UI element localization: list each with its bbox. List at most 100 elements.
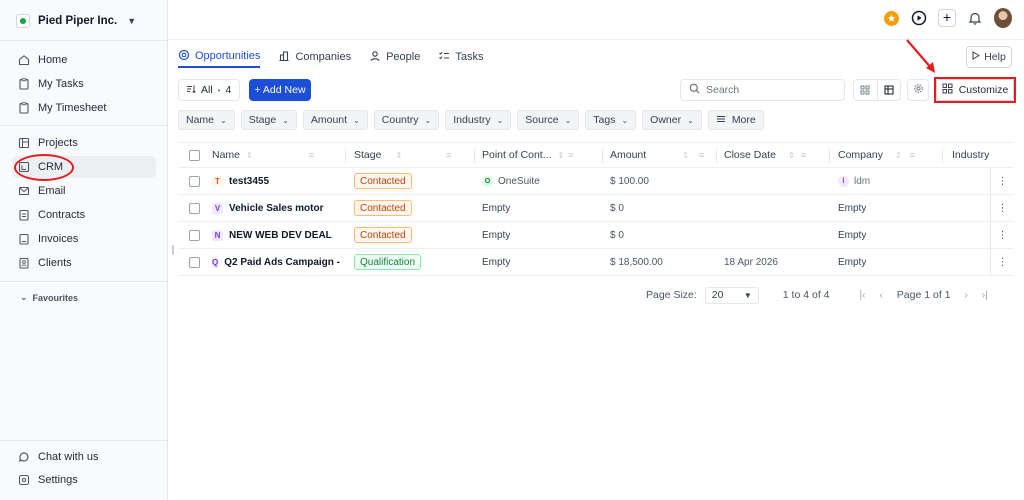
filter-industry[interactable]: Industry ⌄	[445, 110, 512, 130]
more-filters-button[interactable]: More	[707, 110, 764, 130]
name-cell[interactable]: V Vehicle Sales motor	[212, 195, 342, 221]
page-size-select[interactable]: 20 ▼	[704, 286, 759, 304]
add-new-button[interactable]: + Add New	[249, 79, 311, 101]
chevron-down-icon: ⌄	[496, 115, 504, 125]
company-cell[interactable]: l ldm	[838, 168, 870, 194]
column-header-industry[interactable]: Industry	[952, 143, 989, 167]
amount-cell: $ 18,500.00	[610, 256, 663, 268]
tab-companies[interactable]: Companies	[278, 46, 351, 68]
first-page-icon[interactable]: |‹	[860, 290, 866, 301]
table-row[interactable]: T test3455 Contacted O OneSuite $ 100.00…	[178, 168, 1014, 195]
filter-source[interactable]: Source ⌄	[517, 110, 580, 130]
column-header-name[interactable]: Name ⇕ ≡	[212, 143, 314, 167]
add-new-label: + Add New	[254, 84, 306, 96]
row-menu-button[interactable]: ⋮	[990, 249, 1014, 275]
contact-cell[interactable]: Empty	[482, 222, 510, 248]
page-size-label: Page Size:	[646, 289, 697, 301]
company-cell[interactable]: Empty	[838, 195, 866, 221]
column-header-point-of-contact[interactable]: Point of Cont... ⇕ ≡	[482, 143, 573, 167]
name-cell[interactable]: T test3455	[212, 168, 342, 194]
sidebar-item-invoices[interactable]: Invoices	[12, 228, 156, 250]
view-mode-toggle	[853, 79, 901, 101]
chevron-down-icon: ⌄	[621, 115, 629, 125]
deal-name: Vehicle Sales motor	[229, 202, 324, 214]
grid-view-button[interactable]	[854, 80, 877, 100]
column-header-stage[interactable]: Stage ⇕ ≡	[354, 143, 451, 167]
row-checkbox[interactable]	[189, 249, 200, 275]
filter-icon: ≡	[698, 150, 705, 160]
play-icon[interactable]	[910, 9, 928, 27]
sidebar-item-home[interactable]: Home	[12, 49, 156, 71]
view-selector[interactable]: All • 4	[178, 79, 240, 101]
rewards-star-icon[interactable]	[882, 9, 900, 27]
search-input[interactable]: Search	[680, 79, 845, 101]
company-cell[interactable]: Empty	[838, 249, 866, 275]
sidebar-item-chat[interactable]: Chat with us	[12, 446, 156, 468]
sidebar-item-clients[interactable]: Clients	[12, 252, 156, 274]
sidebar-item-projects[interactable]: Projects	[12, 132, 156, 154]
sidebar-resize-handle[interactable]	[172, 245, 174, 255]
stage-cell[interactable]: Qualification	[354, 249, 422, 275]
table-row[interactable]: N NEW WEB DEV DEAL Contacted Empty $ 0 E…	[178, 222, 1014, 249]
table-row[interactable]: V Vehicle Sales motor Contacted Empty $ …	[178, 195, 1014, 222]
table-view-button[interactable]	[876, 80, 901, 100]
company-cell[interactable]: Empty	[838, 222, 866, 248]
name-cell[interactable]: N NEW WEB DEV DEAL	[212, 222, 342, 248]
grid-icon	[860, 85, 870, 95]
column-label: Point of Cont...	[482, 149, 552, 161]
favourites-toggle[interactable]: ⌄ Favourites	[20, 292, 78, 303]
column-header-close-date[interactable]: Close Date ⇕ ≡	[724, 143, 806, 167]
name-cell[interactable]: Q Q2 Paid Ads Campaign - E	[212, 249, 342, 275]
table-settings-button[interactable]	[907, 79, 929, 101]
tab-people[interactable]: People	[369, 46, 420, 68]
filter-tags[interactable]: Tags ⌄	[585, 110, 637, 130]
column-header-company[interactable]: Company ⇕ ≡	[838, 143, 915, 167]
stage-cell[interactable]: Contacted	[354, 222, 412, 248]
sidebar-item-label: My Tasks	[38, 78, 84, 90]
caret-down-icon: ▼	[743, 290, 752, 300]
contact-cell[interactable]: Empty	[482, 195, 510, 221]
sidebar-item-settings[interactable]: Settings	[12, 469, 156, 491]
column-header-amount[interactable]: Amount ⇕ ≡	[610, 143, 704, 167]
row-menu-button[interactable]: ⋮	[990, 168, 1014, 194]
contact-cell[interactable]: Empty	[482, 249, 510, 275]
sidebar-divider	[0, 281, 168, 282]
org-switcher[interactable]: Pied Piper Inc. ▼	[16, 11, 136, 31]
clipboard-icon	[18, 78, 30, 90]
home-icon	[18, 54, 30, 66]
sidebar-item-contracts[interactable]: Contracts	[12, 204, 156, 226]
help-button[interactable]: Help	[966, 46, 1012, 68]
stage-badge: Qualification	[354, 254, 422, 270]
bell-icon[interactable]	[966, 9, 984, 27]
sort-lines-icon	[186, 84, 196, 97]
tab-opportunities[interactable]: Opportunities	[178, 46, 261, 68]
checklist-icon	[438, 50, 450, 65]
select-all-checkbox[interactable]	[189, 143, 200, 167]
user-avatar[interactable]	[994, 8, 1012, 28]
last-page-icon[interactable]: ›|	[982, 290, 988, 301]
filter-owner[interactable]: Owner ⌄	[642, 110, 702, 130]
table-row[interactable]: Q Q2 Paid Ads Campaign - E Qualification…	[178, 249, 1014, 276]
prev-page-icon[interactable]: ‹	[879, 290, 882, 301]
filter-amount[interactable]: Amount ⌄	[302, 110, 368, 130]
filter-stage[interactable]: Stage ⌄	[240, 110, 297, 130]
filter-label: Industry	[453, 114, 491, 126]
row-checkbox[interactable]	[189, 222, 200, 248]
next-page-icon[interactable]: ›	[965, 290, 968, 301]
stage-cell[interactable]: Contacted	[354, 195, 412, 221]
filter-name[interactable]: Name ⌄	[178, 110, 235, 130]
row-checkbox[interactable]	[189, 168, 200, 194]
sidebar-item-my-timesheet[interactable]: My Timesheet	[12, 97, 156, 119]
stage-cell[interactable]: Contacted	[354, 168, 412, 194]
sidebar-item-my-tasks[interactable]: My Tasks	[12, 73, 156, 95]
sort-icon: ⇕	[557, 150, 565, 160]
filter-country[interactable]: Country ⌄	[373, 110, 440, 130]
row-menu-button[interactable]: ⋮	[990, 195, 1014, 221]
row-checkbox[interactable]	[189, 195, 200, 221]
sidebar-item-email[interactable]: Email	[12, 180, 156, 202]
tab-tasks[interactable]: Tasks	[438, 46, 483, 68]
contact-cell[interactable]: O OneSuite	[482, 168, 540, 194]
row-menu-button[interactable]: ⋮	[990, 222, 1014, 248]
sidebar-divider	[0, 125, 168, 126]
plus-icon[interactable]: +	[938, 9, 956, 27]
